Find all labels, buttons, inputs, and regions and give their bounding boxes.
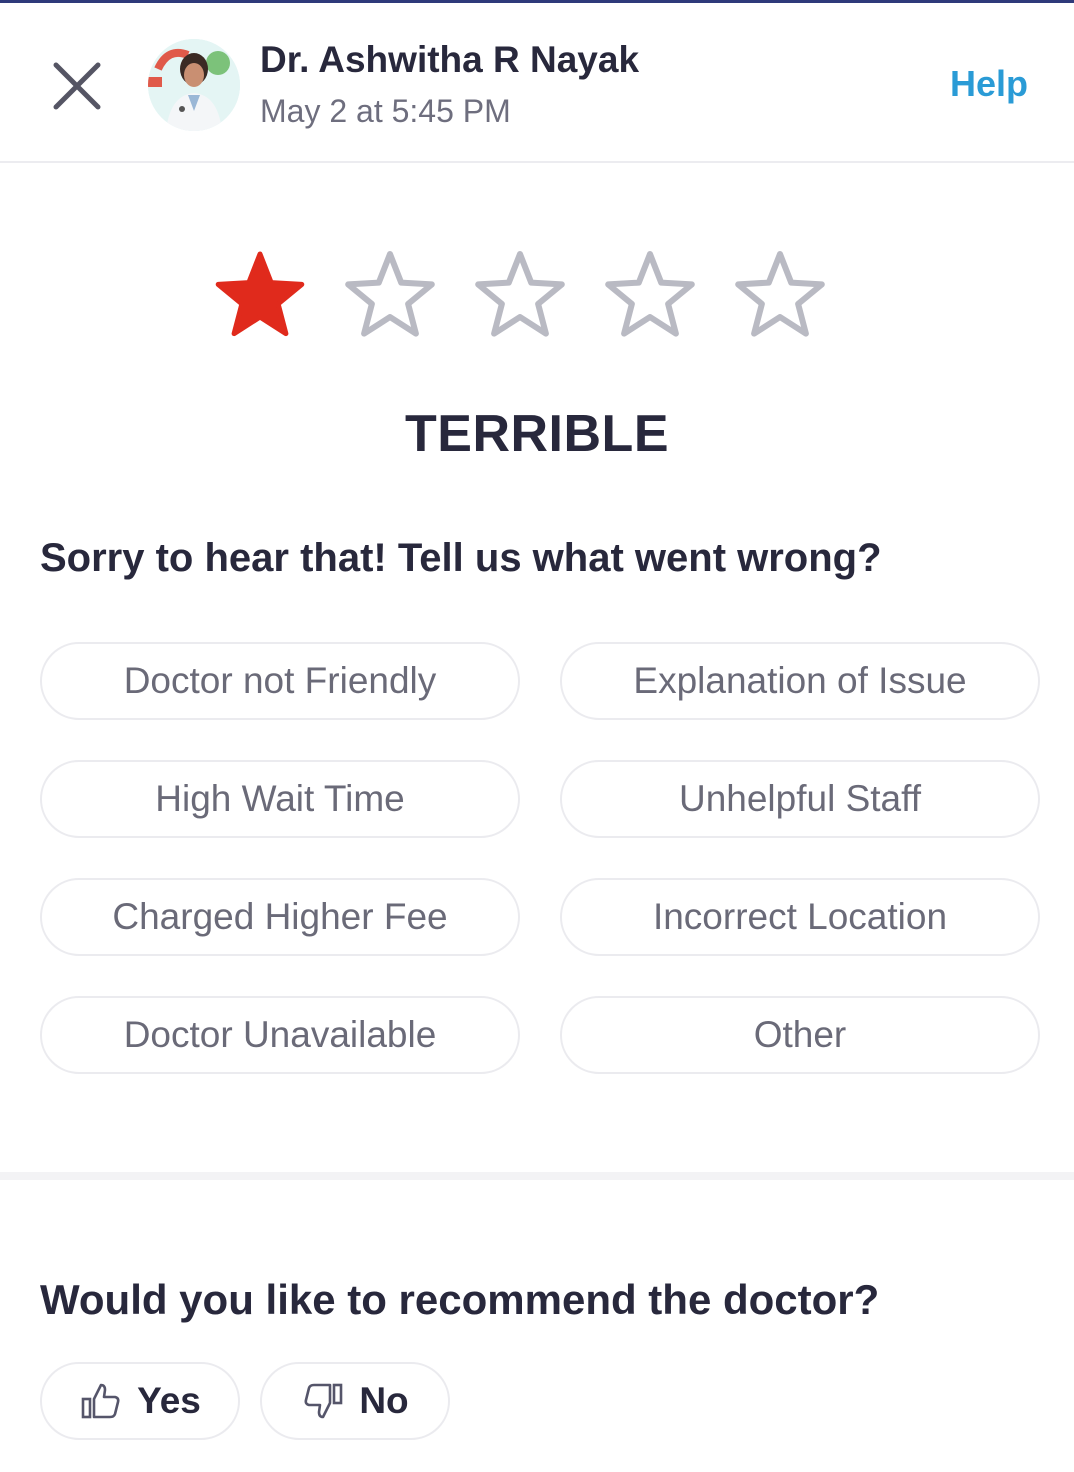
star-icon-1[interactable] — [212, 246, 308, 342]
yes-label: Yes — [137, 1380, 201, 1421]
close-button[interactable] — [50, 59, 104, 113]
no-label: No — [359, 1380, 409, 1421]
option-explanation-of-issue[interactable]: Explanation of Issue — [560, 642, 1040, 720]
star-icon-4[interactable] — [602, 246, 698, 342]
doctor-avatar — [148, 39, 240, 131]
appointment-time: May 2 at 5:45 PM — [260, 93, 511, 129]
option-doctor-not-friendly[interactable]: Doctor not Friendly — [40, 642, 520, 720]
close-icon — [53, 62, 101, 110]
option-other[interactable]: Other — [560, 996, 1040, 1074]
recommend-no-button[interactable]: No — [260, 1362, 450, 1440]
section-divider — [0, 1172, 1074, 1180]
option-unhelpful-staff[interactable]: Unhelpful Staff — [560, 760, 1040, 838]
recommend-question: Would you like to recommend the doctor? — [40, 1276, 880, 1323]
option-charged-higher-fee[interactable]: Charged Higher Fee — [40, 878, 520, 956]
rating-label: TERRIBLE — [405, 405, 669, 463]
star-icon-3[interactable] — [472, 246, 568, 342]
thumbs-down-icon — [304, 1383, 343, 1419]
option-high-wait-time[interactable]: High Wait Time — [40, 760, 520, 838]
help-link[interactable]: Help — [950, 63, 1028, 105]
doctor-name: Dr. Ashwitha R Nayak — [260, 39, 640, 80]
star-icon-2[interactable] — [342, 246, 438, 342]
feedback-options: Doctor not Friendly Explanation of Issue… — [40, 642, 1040, 1074]
feedback-question: Sorry to hear that! Tell us what went wr… — [40, 536, 882, 580]
star-icon-5[interactable] — [732, 246, 828, 342]
header: Dr. Ashwitha R Nayak May 2 at 5:45 PM He… — [0, 3, 1074, 163]
star-rating — [212, 246, 872, 346]
recommend-buttons: Yes No — [40, 1362, 450, 1440]
recommend-yes-button[interactable]: Yes — [40, 1362, 240, 1440]
option-incorrect-location[interactable]: Incorrect Location — [560, 878, 1040, 956]
thumbs-up-icon — [81, 1383, 120, 1419]
option-doctor-unavailable[interactable]: Doctor Unavailable — [40, 996, 520, 1074]
